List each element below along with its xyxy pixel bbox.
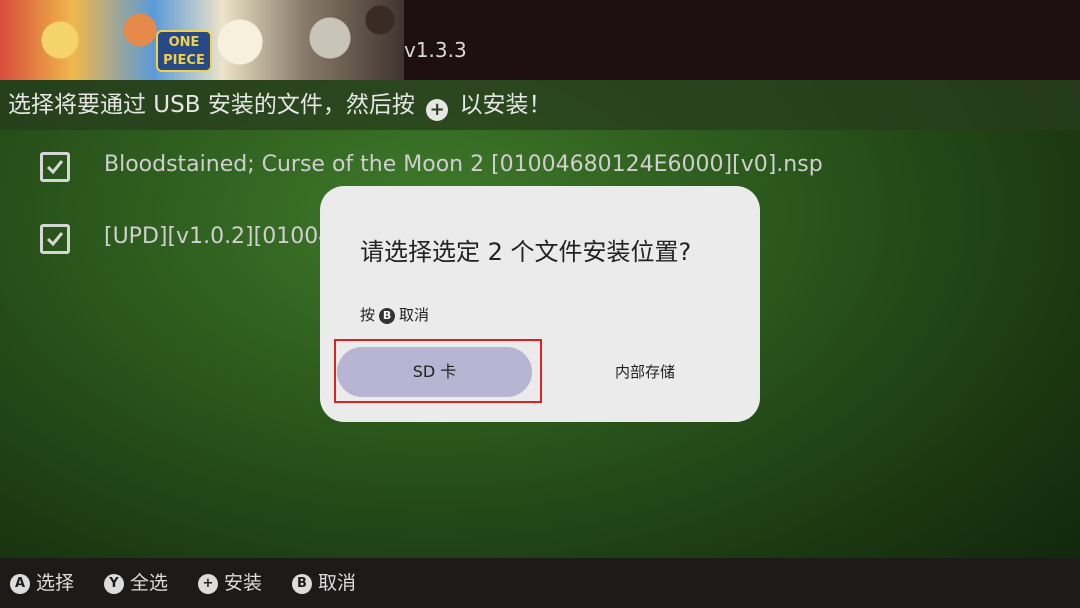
hint-text-before: 按 <box>360 306 376 324</box>
hint-select-all[interactable]: Y 全选 <box>104 570 168 596</box>
b-button-icon: B <box>379 308 396 324</box>
hint-text-after: 取消 <box>399 306 430 324</box>
plus-button-icon: + <box>426 99 449 121</box>
instruction-text-after: 以安装！ <box>459 92 552 118</box>
a-button-icon: A <box>10 574 30 594</box>
hint-label: 安装 <box>224 572 263 594</box>
banner-logo: ONE PIECE <box>156 30 212 72</box>
instruction-bar: 选择将要通过 USB 安装的文件，然后按 + 以安装！ <box>0 80 1080 130</box>
hint-label: 选择 <box>36 572 75 594</box>
plus-button-icon: + <box>198 574 218 594</box>
selection-highlight-box <box>334 339 542 403</box>
instruction-text-before: 选择将要通过 USB 安装的文件，然后按 <box>8 92 415 118</box>
checkbox-checked-icon[interactable] <box>40 152 70 182</box>
checkbox-checked-icon[interactable] <box>40 224 70 254</box>
hint-install[interactable]: + 安装 <box>198 570 262 596</box>
file-name: [UPD][v1.0.2][01004 <box>104 224 333 249</box>
dialog-cancel-hint: 按 B 取消 <box>360 304 429 325</box>
hint-cancel[interactable]: B 取消 <box>292 570 356 596</box>
screen: ONE PIECE v1.3.3 选择将要通过 USB 安装的文件，然后按 + 以… <box>0 0 1080 608</box>
hint-label: 取消 <box>318 572 357 594</box>
hint-label: 全选 <box>130 572 169 594</box>
dialog-title: 请选择选定 2 个文件安装位置? <box>360 238 692 266</box>
internal-storage-button[interactable]: 内部存储 <box>560 347 730 397</box>
banner-image: ONE PIECE <box>0 0 404 80</box>
y-button-icon: Y <box>104 574 124 594</box>
file-name: Bloodstained; Curse of the Moon 2 [01004… <box>104 152 823 177</box>
b-button-icon: B <box>292 574 312 594</box>
bottom-hint-bar: A 选择 Y 全选 + 安装 B 取消 <box>0 558 1080 608</box>
hint-select[interactable]: A 选择 <box>10 570 74 596</box>
version-label: v1.3.3 <box>404 38 467 62</box>
header-bar: ONE PIECE v1.3.3 <box>0 0 1080 80</box>
